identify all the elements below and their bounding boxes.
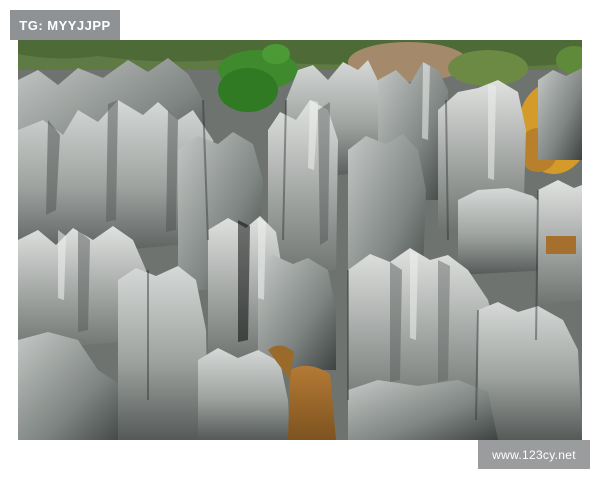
- stone-forest-photo: [18, 40, 582, 440]
- watermark-top-left: TG: MYYJJPP: [10, 10, 120, 40]
- watermark-bottom-right: www.123cy.net: [478, 440, 590, 469]
- rock-ledge-soil: [546, 236, 576, 254]
- soil-gully: [288, 365, 336, 440]
- karst-landscape-image: [18, 40, 582, 440]
